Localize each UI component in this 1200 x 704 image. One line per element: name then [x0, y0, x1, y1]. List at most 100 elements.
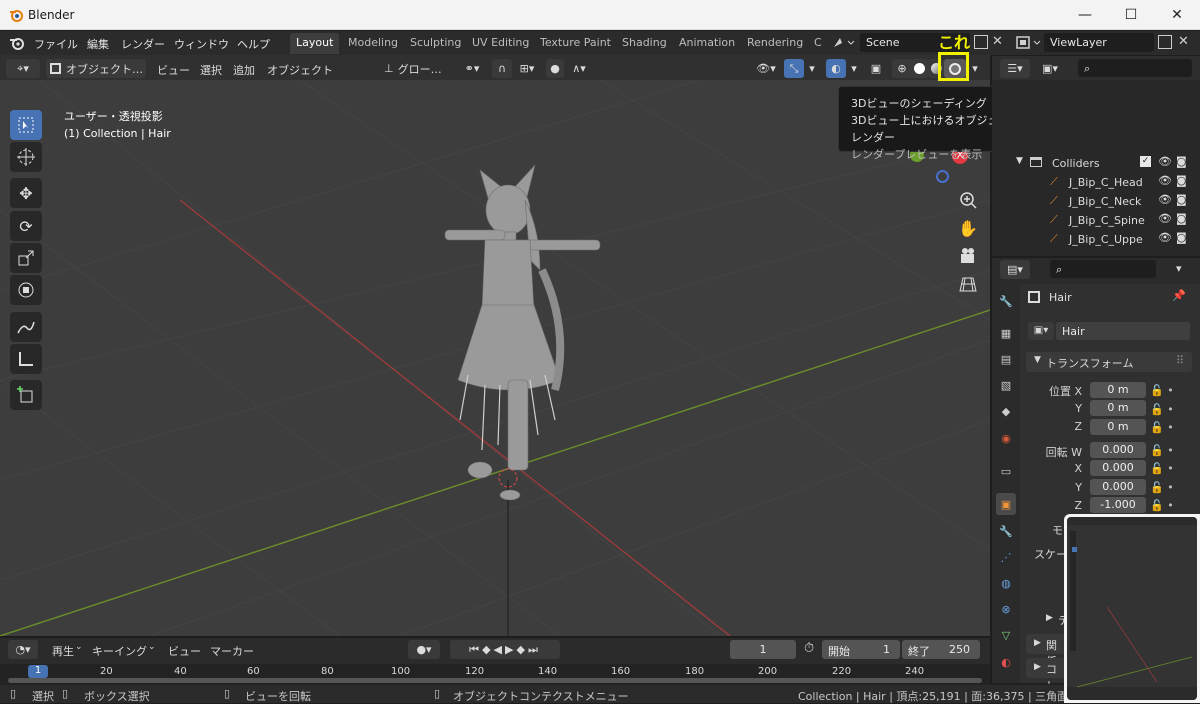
camera-view-icon[interactable]	[955, 243, 981, 269]
location-x-field[interactable]: 0 m	[1090, 382, 1146, 398]
tool-add-cube[interactable]	[10, 380, 42, 410]
lock-icon[interactable]: 🔓 •	[1150, 460, 1190, 479]
proportional-edit-icon[interactable]: ●	[546, 59, 564, 78]
overlay-dropdown-icon[interactable]: ▾	[847, 59, 861, 78]
character-model[interactable]	[430, 160, 610, 500]
lock-icon[interactable]: 🔓 •	[1150, 401, 1190, 420]
play-icon[interactable]: ▶	[505, 643, 516, 656]
stopwatch-icon[interactable]: ⏱	[804, 641, 814, 656]
location-y-field[interactable]: 0 m	[1090, 400, 1146, 416]
transform-orientation-dropdown[interactable]: ⊥ グロー…	[380, 59, 454, 78]
camera-icon[interactable]: ◙	[1176, 174, 1187, 187]
eye-icon[interactable]: 👁	[1158, 212, 1172, 225]
shading-dropdown-icon[interactable]: ▾	[968, 59, 982, 78]
timeline-playback-menu[interactable]: 再生	[52, 643, 74, 659]
menu-select[interactable]: 選択	[200, 62, 222, 78]
jump-start-icon[interactable]: ⏮	[469, 643, 482, 657]
tool-select-box[interactable]	[10, 110, 42, 140]
camera-icon[interactable]: ◙	[1176, 155, 1187, 168]
screenshot-thumbnail[interactable]	[1064, 514, 1200, 703]
collections-panel-header[interactable]: ▶ コレ	[1026, 658, 1066, 692]
properties-options-icon[interactable]: ▾	[1176, 262, 1182, 275]
drag-handle-icon[interactable]: ⠿	[1176, 354, 1184, 367]
object-datablock-icon[interactable]: ▣▾	[1028, 322, 1054, 340]
end-frame-field[interactable]: 終了 250	[902, 640, 980, 659]
exclude-checkbox[interactable]: ✓	[1140, 156, 1151, 167]
tab-layout[interactable]: Layout	[290, 33, 340, 54]
data-tab-icon[interactable]: ▽	[996, 624, 1016, 646]
xray-toggle-icon[interactable]: ▣	[866, 59, 886, 78]
object-tab-icon[interactable]: ▣	[996, 493, 1016, 515]
tab-animation[interactable]: Animation	[673, 33, 741, 54]
snap-toggle-icon[interactable]: ∩	[492, 59, 512, 78]
tool-scale[interactable]	[10, 243, 42, 273]
proportional-falloff-icon[interactable]: ∧▾	[566, 59, 592, 78]
tab-shading[interactable]: Shading	[616, 33, 673, 54]
outliner-row-colliders[interactable]: ▼ Colliders ✓ 👁 ◙	[992, 154, 1200, 173]
blender-menu-icon[interactable]	[9, 36, 25, 50]
physics-tab-icon[interactable]: ◍	[996, 572, 1016, 594]
ortho-toggle-icon[interactable]	[955, 271, 981, 297]
location-z-field[interactable]: 0 m	[1090, 419, 1146, 435]
timeline-panel[interactable]: ◔▾ 再生 ⌄ キーイング ⌄ ビュー マーカー ●▾ ⏮ ◆ ◀ ▶ ◆ ⏭ 1 ⏱ 開…	[0, 638, 990, 684]
eye-icon[interactable]: 👁	[1158, 193, 1172, 206]
shading-solid-icon[interactable]	[910, 59, 928, 78]
gizmo-dropdown-icon[interactable]: ▾	[805, 59, 819, 78]
snap-target-icon[interactable]: ⊞▾	[513, 59, 541, 78]
eye-icon[interactable]: 👁	[1158, 231, 1172, 244]
tab-sculpting[interactable]: Sculpting	[404, 33, 467, 54]
gizmo-z-axis[interactable]	[936, 170, 949, 183]
tab-overflow[interactable]: C	[808, 33, 828, 54]
menu-add[interactable]: 追加	[233, 62, 255, 78]
delete-viewlayer-icon[interactable]: ✕	[1178, 34, 1189, 49]
object-name-field[interactable]: Hair	[1056, 322, 1190, 340]
jump-end-icon[interactable]: ⏭	[528, 643, 541, 657]
menu-view[interactable]: ビュー	[157, 62, 190, 78]
relations-panel-header[interactable]: ▶ 関係	[1026, 634, 1066, 668]
tool-cursor[interactable]	[10, 142, 42, 172]
properties-search-input[interactable]: ⌕	[1050, 260, 1156, 278]
transform-panel-header[interactable]: ▼ トランスフォーム ⠿	[1026, 352, 1192, 372]
visibility-icon[interactable]: 👁▾	[752, 59, 780, 78]
menu-object[interactable]: オブジェクト	[267, 62, 333, 78]
outliner-row-bone[interactable]: ⟋ J_Bip_C_Uppe 👁 ◙	[992, 230, 1200, 249]
new-viewlayer-icon[interactable]	[1158, 35, 1172, 49]
tool-transform[interactable]	[10, 275, 42, 305]
current-frame-field[interactable]: 1	[730, 640, 796, 659]
camera-icon[interactable]: ◙	[1176, 193, 1187, 206]
output-tab-icon[interactable]: ▤	[996, 348, 1016, 370]
view-layer-tab-icon[interactable]: ▧	[996, 374, 1016, 396]
lock-icon[interactable]: 🔓 •	[1150, 419, 1190, 438]
editor-type-icon[interactable]: ⌖▾	[6, 59, 40, 78]
shading-wireframe-icon[interactable]: ⊕	[892, 59, 912, 78]
constraints-tab-icon[interactable]: ⊗	[996, 598, 1016, 620]
lock-icon[interactable]: 🔓 •	[1150, 479, 1190, 498]
timeline-view-menu[interactable]: ビュー	[168, 643, 201, 659]
scene-selector-icon[interactable]	[832, 35, 856, 51]
outliner-search-input[interactable]: ⌕	[1078, 59, 1192, 77]
eye-icon[interactable]: 👁	[1158, 174, 1172, 187]
mode-dropdown[interactable]: オブジェクト…	[46, 59, 146, 78]
close-button[interactable]: ✕	[1154, 0, 1200, 30]
tool-rotate[interactable]: ⟳	[10, 211, 42, 241]
tool-move[interactable]: ✥	[10, 178, 42, 208]
minimize-button[interactable]: —	[1062, 0, 1108, 30]
menu-window[interactable]: ウィンドウ	[174, 36, 229, 52]
3d-viewport[interactable]: ユーザー・透視投影 (1) Collection | Hair ✥ ⟳ X ✋	[0, 80, 990, 636]
render-tab-icon[interactable]: ▦	[996, 322, 1016, 344]
timeline-scrollbar[interactable]	[8, 678, 982, 683]
outliner-editor-type-icon[interactable]: ☰▾	[1000, 59, 1030, 78]
outliner-row-bone[interactable]: ⟋ J_Bip_C_Neck 👁 ◙	[992, 192, 1200, 211]
eye-icon[interactable]: 👁	[1158, 155, 1172, 168]
outliner-panel[interactable]: ☰▾ ▣▾ ⌕ ▼ Colliders ✓ 👁 ◙ ⟋ J_Bip_C_Head…	[992, 56, 1200, 256]
tab-uv-editing[interactable]: UV Editing	[466, 33, 535, 54]
tool-annotate[interactable]	[10, 312, 42, 342]
viewlayer-icon[interactable]	[1016, 35, 1042, 51]
viewlayer-name-field[interactable]: ViewLayer	[1044, 33, 1154, 52]
zoom-icon[interactable]	[955, 187, 981, 213]
start-frame-field[interactable]: 開始 1	[822, 640, 900, 659]
pan-hand-icon[interactable]: ✋	[955, 215, 981, 241]
timeline-editor-type-icon[interactable]: ◔▾	[8, 640, 38, 659]
particles-tab-icon[interactable]: ⋰	[996, 546, 1016, 568]
playhead[interactable]: 1	[28, 665, 48, 678]
